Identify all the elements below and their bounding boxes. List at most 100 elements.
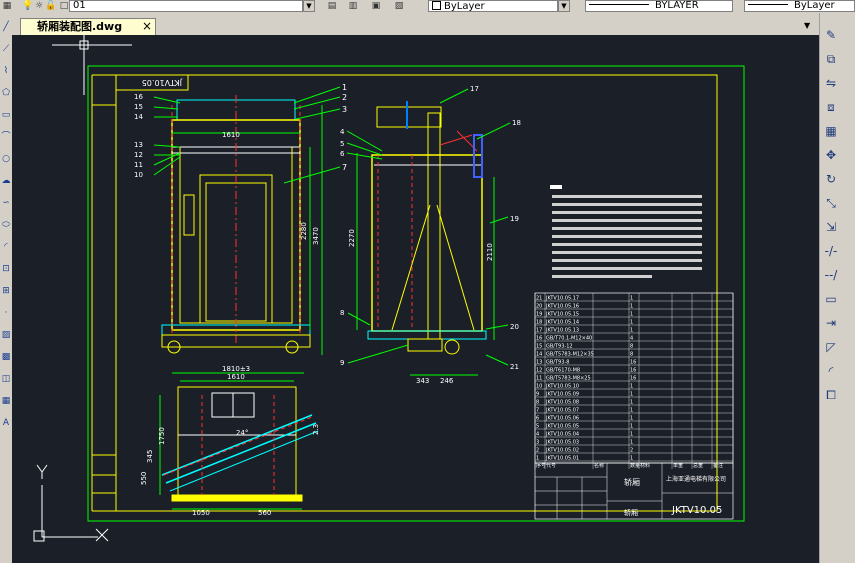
insert-block-icon[interactable]: ⊡: [0, 263, 12, 275]
document-tab-bar: 轿厢装配图.dwg × ▼: [12, 13, 819, 35]
arc-icon[interactable]: ⌒: [0, 131, 12, 143]
revision-cloud-icon[interactable]: ☁: [0, 175, 12, 187]
line-icon[interactable]: ╱: [0, 21, 12, 33]
rotate-icon[interactable]: ↻: [823, 171, 839, 187]
lock-icon[interactable]: 🔓: [45, 1, 57, 12]
callout-1: 1: [342, 83, 347, 92]
bom-cell: 16: [630, 360, 636, 366]
ucs-icon: [33, 464, 109, 542]
break-icon[interactable]: ▭: [823, 291, 839, 307]
color-swatch-icon: [432, 1, 441, 10]
dim-plan-left-c: 550: [140, 472, 148, 485]
bom-cell: JKTV10.05.08: [545, 400, 579, 406]
stretch-icon[interactable]: ⇲: [823, 219, 839, 235]
bom-row: 11 GB/T5783-M8×25 16: [535, 376, 733, 382]
callout-2: 2: [342, 93, 347, 102]
layer-manager-icon[interactable]: ▦: [1, 1, 13, 12]
gradient-icon[interactable]: ▩: [0, 351, 12, 363]
hatch-icon[interactable]: ▨: [0, 329, 12, 341]
bom-cell: JKTV10.05.02: [545, 448, 579, 454]
layer-states-icon[interactable]: ▣: [370, 1, 382, 12]
offset-icon[interactable]: ⧈: [823, 99, 839, 115]
scale-icon[interactable]: ⤡: [823, 195, 839, 211]
close-icon[interactable]: ×: [140, 18, 154, 34]
bom-cell: 21: [536, 296, 542, 302]
bom-cell: 20: [536, 304, 542, 310]
bom-cell: 1: [630, 424, 633, 430]
linetype-value: BYLAYER: [655, 0, 699, 11]
mirror-icon[interactable]: ⇋: [823, 75, 839, 91]
bom-cell: JKTV10.05.10: [545, 384, 579, 390]
fillet-icon[interactable]: ◜: [823, 363, 839, 379]
drawing-svg: JKTV10.05 1610 2280 3470 1 2 3 7 16 15 1…: [33, 35, 745, 542]
bom-cell: 4: [536, 432, 539, 438]
bom-row: 15 GB/T93-12 8: [535, 344, 733, 350]
bom-row: 5 JKTV10.05.05 1: [535, 424, 733, 430]
layer-isolate-icon[interactable]: ▧: [393, 1, 405, 12]
title-drawing-number: JKTV10.05: [671, 505, 722, 516]
rectangle-icon[interactable]: ▭: [0, 109, 12, 121]
callout-17: 17: [470, 85, 479, 93]
construction-line-icon[interactable]: ⟋: [0, 43, 12, 55]
bom-cell: 2: [630, 448, 633, 454]
bom-cell: JKTV10.05.13: [545, 328, 579, 334]
linetype-select[interactable]: BYLAYER: [585, 0, 733, 12]
bom-row: 13 GB/T93-8 16: [535, 360, 733, 366]
layer-select[interactable]: 01: [69, 0, 303, 12]
bom-cell: JKTV10.05.03: [545, 440, 579, 446]
make-block-icon[interactable]: ⊞: [0, 285, 12, 297]
lineweight-select[interactable]: ByLayer: [744, 0, 855, 12]
ellipse-icon[interactable]: ⬭: [0, 219, 12, 231]
bom-cell: 10: [536, 384, 542, 390]
bom-cell: 17: [536, 328, 542, 334]
move-icon[interactable]: ✥: [823, 147, 839, 163]
bom-cell: GB/T6170-M8: [546, 368, 580, 374]
bom-cell: 1: [630, 416, 633, 422]
sun-icon[interactable]: ☼: [33, 1, 45, 12]
circle-icon[interactable]: ○: [0, 153, 12, 165]
bom-row: 18 JKTV10.05.14 1: [535, 320, 733, 326]
color-dropdown-icon[interactable]: ▼: [558, 0, 570, 12]
extend-icon[interactable]: --/: [823, 267, 839, 283]
point-icon[interactable]: ·: [0, 307, 12, 319]
array-icon[interactable]: ▦: [823, 123, 839, 139]
make-current-layer-icon[interactable]: ▤: [326, 1, 338, 12]
technical-notes: [550, 185, 702, 278]
trim-icon[interactable]: -/-: [823, 243, 839, 259]
dim-plan-bottom-right: 560: [258, 509, 271, 517]
table-icon[interactable]: ▦: [0, 395, 12, 407]
layer-previous-icon[interactable]: ▥: [347, 1, 359, 12]
erase-icon[interactable]: ✎: [823, 27, 839, 43]
explode-icon[interactable]: ⧠: [823, 387, 839, 403]
linetype-preview: [589, 4, 649, 5]
region-icon[interactable]: ◫: [0, 373, 12, 385]
chamfer-icon[interactable]: ◸: [823, 339, 839, 355]
bom-cell: 1: [630, 384, 633, 390]
bom-cell: 13: [536, 360, 542, 366]
multiline-text-icon[interactable]: A: [0, 417, 12, 429]
draw-toolbar: ╱ ⟋ ⌇ ⬠ ▭ ⌒ ○ ☁ ∽ ⬭ ◜ ⊡ ⊞ · ▨ ▩ ◫ ▦ A: [0, 13, 12, 563]
polyline-icon[interactable]: ⌇: [0, 65, 12, 77]
dim-plan-width-inner: 1610: [227, 373, 245, 381]
join-icon[interactable]: ⇥: [823, 315, 839, 331]
callout-11: 11: [134, 161, 143, 169]
layer-dropdown-icon[interactable]: ▼: [303, 0, 315, 12]
bom-cell: 1: [630, 400, 633, 406]
dim-bottom-b: 246: [440, 377, 454, 385]
dim-plan-left-a: 345: [146, 450, 154, 463]
copy-icon[interactable]: ⧉: [823, 51, 839, 67]
ellipse-arc-icon[interactable]: ◜: [0, 241, 12, 253]
bom-cell: JKTV10.05.05: [545, 424, 579, 430]
callout-6: 6: [340, 150, 345, 158]
spline-icon[interactable]: ∽: [0, 197, 12, 209]
polygon-icon[interactable]: ⬠: [0, 87, 12, 99]
color-select[interactable]: ByLayer: [428, 0, 558, 12]
callout-9: 9: [340, 359, 344, 367]
tab-drawing[interactable]: 轿厢装配图.dwg: [20, 18, 156, 35]
tab-list-arrow-icon[interactable]: ▼: [804, 21, 810, 30]
bom-row: 21 JKTV10.05.17 1: [535, 296, 733, 302]
color-value: ByLayer: [444, 1, 485, 12]
dim-side-height: 2270: [348, 229, 356, 247]
callout-13: 13: [134, 141, 143, 149]
drawing-canvas[interactable]: JKTV10.05 1610 2280 3470 1 2 3 7 16 15 1…: [12, 35, 819, 563]
